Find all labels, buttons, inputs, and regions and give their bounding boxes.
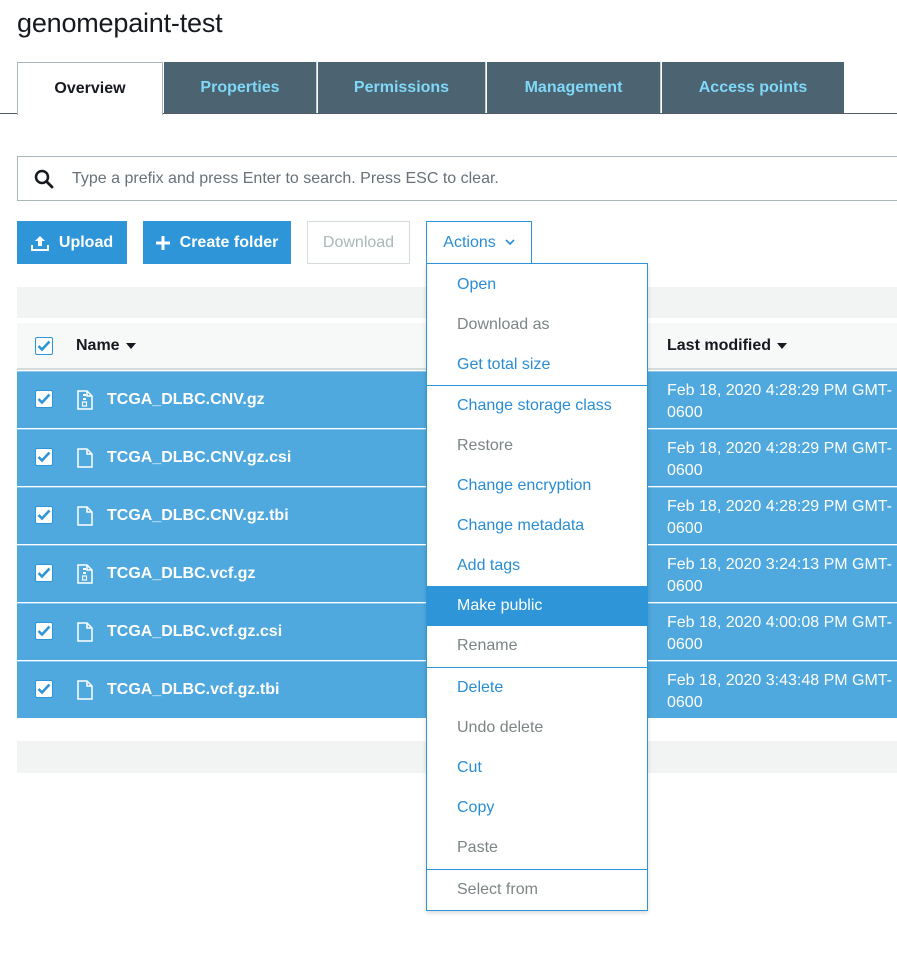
file-icon <box>77 680 93 705</box>
create-folder-button-label: Create folder <box>179 233 279 251</box>
upload-button[interactable]: Upload <box>17 221 127 264</box>
last-modified: Feb 18, 2020 3:43:48 PM GMT-0600 <box>667 672 893 711</box>
download-button[interactable]: Download <box>307 221 410 264</box>
select-all-checkbox[interactable] <box>35 337 53 355</box>
menu-item-change-storage-class[interactable]: Change storage class <box>427 386 647 426</box>
tab-management[interactable]: Management <box>487 62 661 113</box>
menu-item-select-from[interactable]: Select from <box>427 870 647 910</box>
tab-bar: Overview Properties Permissions Manageme… <box>17 62 844 115</box>
plus-icon <box>155 235 170 250</box>
page-title: genomepaint-test <box>17 8 223 38</box>
archive-file-icon <box>77 390 93 415</box>
search-box <box>17 156 897 201</box>
check-icon <box>37 567 51 579</box>
tab-underline-right <box>163 113 897 114</box>
file-name[interactable]: TCGA_DLBC.CNV.gz.csi <box>107 449 291 467</box>
menu-item-delete[interactable]: Delete <box>427 668 647 708</box>
menu-item-make-public[interactable]: Make public <box>427 586 647 626</box>
file-name[interactable]: TCGA_DLBC.CNV.gz <box>107 391 265 409</box>
menu-item-change-encryption[interactable]: Change encryption <box>427 466 647 506</box>
last-modified: Feb 18, 2020 4:28:29 PM GMT-0600 <box>667 498 893 537</box>
check-icon <box>37 451 51 463</box>
menu-item-download-as[interactable]: Download as <box>427 305 647 345</box>
menu-item-copy[interactable]: Copy <box>427 788 647 828</box>
menu-item-add-tags[interactable]: Add tags <box>427 546 647 586</box>
row-checkbox[interactable] <box>35 448 53 466</box>
menu-item-change-metadata[interactable]: Change metadata <box>427 506 647 546</box>
tab-overview[interactable]: Overview <box>17 62 163 115</box>
check-icon <box>37 683 51 695</box>
check-icon <box>37 393 51 405</box>
check-icon <box>37 625 51 637</box>
sort-caret-icon <box>125 342 136 349</box>
chevron-down-icon <box>505 239 515 246</box>
file-name[interactable]: TCGA_DLBC.vcf.gz.tbi <box>107 681 279 699</box>
search-input[interactable] <box>70 168 890 189</box>
menu-item-cut[interactable]: Cut <box>427 748 647 788</box>
file-icon <box>77 506 93 531</box>
row-checkbox[interactable] <box>35 564 53 582</box>
search-icon <box>18 169 70 189</box>
tab-properties[interactable]: Properties <box>164 62 317 113</box>
archive-file-icon <box>77 564 93 589</box>
upload-button-label: Upload <box>58 233 114 251</box>
tab-permissions[interactable]: Permissions <box>318 62 486 113</box>
menu-item-open[interactable]: Open <box>427 265 647 305</box>
file-icon <box>77 622 93 647</box>
menu-item-restore[interactable]: Restore <box>427 426 647 466</box>
upload-icon <box>30 235 49 251</box>
sort-caret-icon <box>777 342 788 349</box>
actions-menu: Open Download as Get total size Change s… <box>426 263 648 911</box>
last-modified-column-header[interactable]: Last modified <box>667 337 788 355</box>
row-checkbox[interactable] <box>35 506 53 524</box>
file-name[interactable]: TCGA_DLBC.CNV.gz.tbi <box>107 507 289 525</box>
file-icon <box>77 448 93 473</box>
last-modified: Feb 18, 2020 4:00:08 PM GMT-0600 <box>667 614 893 653</box>
create-folder-button[interactable]: Create folder <box>143 221 291 264</box>
check-icon <box>37 509 51 521</box>
tab-access-points[interactable]: Access points <box>662 62 844 113</box>
row-checkbox[interactable] <box>35 622 53 640</box>
name-column-header[interactable]: Name <box>76 337 136 355</box>
tab-underline-left <box>0 113 17 114</box>
last-modified: Feb 18, 2020 4:28:29 PM GMT-0600 <box>667 382 893 421</box>
last-modified: Feb 18, 2020 3:24:13 PM GMT-0600 <box>667 556 893 595</box>
menu-item-rename[interactable]: Rename <box>427 626 647 666</box>
file-name[interactable]: TCGA_DLBC.vcf.gz <box>107 565 255 583</box>
last-modified: Feb 18, 2020 4:28:29 PM GMT-0600 <box>667 440 893 479</box>
menu-item-undo-delete[interactable]: Undo delete <box>427 708 647 748</box>
row-checkbox[interactable] <box>35 390 53 408</box>
actions-button[interactable]: Actions <box>426 221 532 264</box>
menu-item-get-total-size[interactable]: Get total size <box>427 345 647 385</box>
check-icon <box>37 340 51 352</box>
file-name[interactable]: TCGA_DLBC.vcf.gz.csi <box>107 623 282 641</box>
row-checkbox[interactable] <box>35 680 53 698</box>
actions-button-label: Actions <box>443 233 496 251</box>
menu-item-paste[interactable]: Paste <box>427 828 647 868</box>
